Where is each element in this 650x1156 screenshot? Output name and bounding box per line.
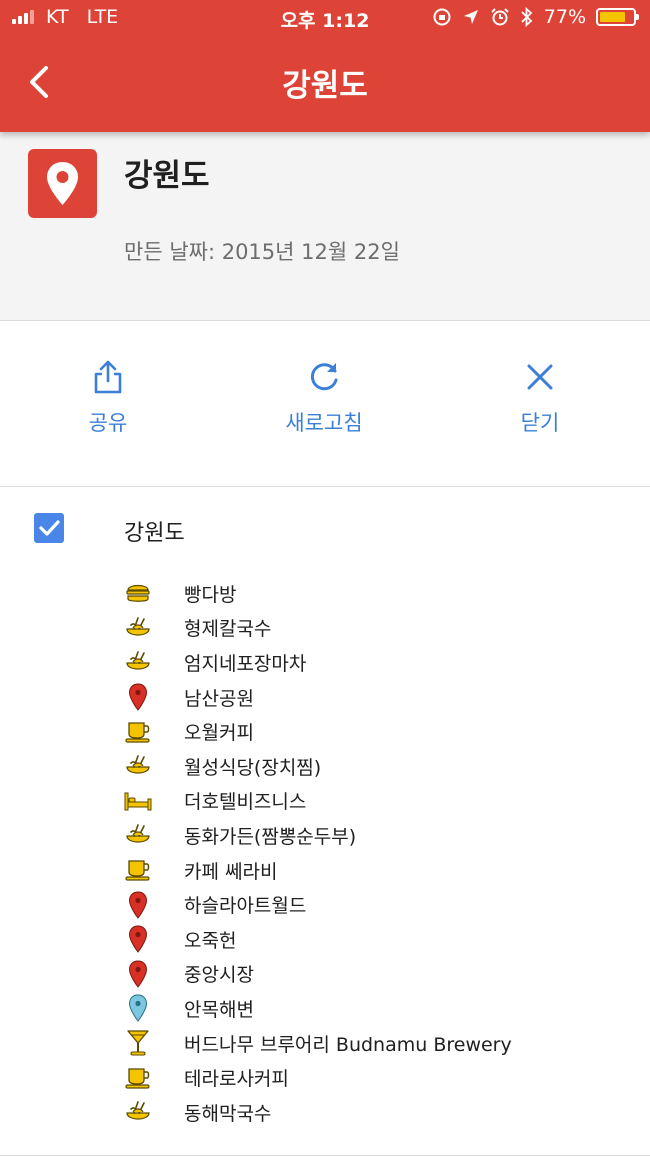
- share-label: 공유: [88, 411, 128, 435]
- battery-icon: [596, 8, 639, 26]
- place-name: 안목해변: [184, 998, 254, 1021]
- list-item[interactable]: 오월커피: [124, 714, 634, 749]
- blue-pin-icon: [124, 994, 152, 1023]
- place-name: 오월커피: [184, 722, 254, 745]
- list-item[interactable]: 남산공원: [124, 680, 634, 715]
- list-item[interactable]: 엄지네포장마차: [124, 645, 634, 680]
- list-item[interactable]: 하슬라아트월드: [124, 887, 634, 922]
- place-name: 동화가든(짬뽕순두부): [184, 825, 357, 848]
- list-item[interactable]: 테라로사커피: [124, 1060, 634, 1095]
- noodle-hand-icon: [124, 614, 152, 642]
- place-name: 동해막국수: [184, 1102, 272, 1125]
- red-pin-icon: [124, 925, 152, 954]
- place-name: 중앙시장: [184, 964, 254, 987]
- list-item[interactable]: 카페 쎄라비: [124, 853, 634, 888]
- list-item[interactable]: 중앙시장: [124, 957, 634, 992]
- created-date: 만든 날짜: 2015년 12월 22일: [124, 240, 400, 264]
- noodle-hand-icon: [124, 648, 152, 676]
- place-name: 월성식당(장치찜): [184, 756, 322, 779]
- noodle-hand-icon: [124, 752, 152, 780]
- map-title: 강원도: [124, 158, 210, 194]
- list-item[interactable]: 버드나무 브루어리 Budnamu Brewery: [124, 1026, 634, 1061]
- red-pin-icon: [124, 891, 152, 919]
- coffee-cup-icon: [124, 856, 152, 884]
- checkmark-icon: [39, 520, 60, 536]
- list-item[interactable]: 동해막국수: [124, 1095, 634, 1130]
- place-name: 테라로사커피: [184, 1068, 289, 1091]
- list-item[interactable]: 빵다방: [124, 576, 634, 611]
- noodle-hand-icon: [124, 1098, 152, 1126]
- place-name: 더호텔비즈니스: [184, 791, 307, 814]
- red-pin-icon: [124, 683, 152, 711]
- share-icon: [94, 360, 122, 394]
- place-name: 빵다방: [184, 583, 237, 606]
- place-name: 카페 쎄라비: [184, 860, 278, 883]
- page-title: 강원도: [282, 68, 368, 104]
- bluetooth-icon: [521, 7, 533, 27]
- action-bar: 공유 새로고침 닫기: [0, 321, 650, 487]
- close-icon: [527, 364, 553, 390]
- refresh-button[interactable]: 새로고침: [234, 359, 414, 437]
- list-item[interactable]: 오죽헌: [124, 922, 634, 957]
- refresh-icon: [310, 363, 338, 391]
- battery-level-fill: [600, 12, 625, 22]
- location-arrow-icon: [463, 10, 478, 24]
- place-name: 엄지네포장마차: [184, 652, 307, 675]
- coffee-cup-icon: [124, 1064, 152, 1092]
- map-pin-icon: [28, 149, 97, 218]
- list-item[interactable]: 월성식당(장치찜): [124, 749, 634, 784]
- list-item[interactable]: 안목해변: [124, 991, 634, 1026]
- noodle-hand-icon: [124, 821, 152, 849]
- burger-icon: [124, 579, 152, 607]
- list-item[interactable]: 형제칼국수: [124, 611, 634, 646]
- place-name: 남산공원: [184, 687, 254, 710]
- hotel-bed-icon: [124, 787, 152, 815]
- layer-title[interactable]: 강원도: [124, 515, 185, 547]
- share-button[interactable]: 공유: [18, 359, 198, 437]
- coffee-cup-icon: [124, 718, 152, 746]
- layer-checkbox[interactable]: [34, 513, 64, 543]
- place-name: 오죽헌: [184, 929, 237, 952]
- red-pin-icon: [124, 960, 152, 988]
- list-item[interactable]: 더호텔비즈니스: [124, 784, 634, 819]
- place-name: 하슬라아트월드: [184, 895, 307, 918]
- status-right: 77%: [432, 6, 639, 28]
- place-name: 형제칼국수: [184, 618, 272, 641]
- cocktail-icon: [124, 1029, 152, 1057]
- list-item[interactable]: 동화가든(짬뽕순두부): [124, 818, 634, 853]
- place-list: 빵다방형제칼국수엄지네포장마차남산공원오월커피월성식당(장치찜) 더호텔비즈니스동…: [124, 576, 634, 1130]
- map-info-card: 강원도 만든 날짜: 2015년 12월 22일: [0, 132, 650, 321]
- close-label: 닫기: [520, 411, 560, 435]
- refresh-label: 새로고침: [285, 411, 363, 435]
- close-button[interactable]: 닫기: [450, 359, 630, 437]
- app-header: KT LTE 오후 1:12 77% 강원도: [0, 0, 650, 132]
- rotation-lock-icon: [433, 8, 451, 26]
- battery-percent: 77%: [543, 6, 586, 28]
- status-bar: KT LTE 오후 1:12 77%: [0, 0, 650, 36]
- alarm-icon: [491, 8, 509, 26]
- place-name: 버드나무 브루어리 Budnamu Brewery: [184, 1033, 512, 1056]
